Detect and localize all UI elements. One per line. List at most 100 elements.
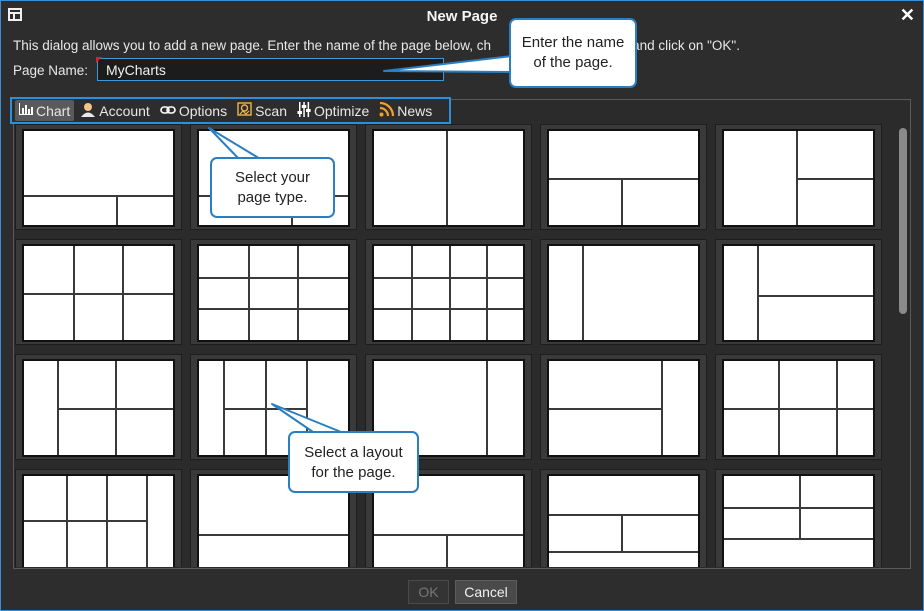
layout-divider [724, 538, 873, 540]
layout-divider [799, 476, 801, 538]
tab-scan-label: Scan [255, 102, 287, 119]
layout-divider [486, 246, 488, 340]
layout-thumbnail [547, 474, 700, 567]
tab-options-label: Options [178, 102, 228, 119]
layout-thumbnail [22, 244, 175, 342]
layout-thumbnail [197, 244, 350, 342]
callout-page-type: Select your page type. [210, 157, 335, 218]
scrollbar[interactable] [897, 124, 909, 567]
layout-divider [549, 408, 661, 410]
layout-option[interactable] [15, 124, 182, 230]
layout-divider [116, 195, 118, 225]
layout-option[interactable] [715, 354, 882, 460]
layout-divider [661, 361, 663, 455]
layout-divider [199, 308, 348, 310]
callout-page-name: Enter the name of the page. [509, 18, 637, 88]
layout-option[interactable] [540, 124, 707, 230]
layout-divider [449, 246, 451, 340]
layout-divider [757, 295, 873, 297]
callout-layout-line1: Select a layout [304, 444, 403, 461]
layout-divider [24, 195, 173, 197]
scrollbar-thumb[interactable] [899, 128, 907, 314]
layout-divider [146, 476, 148, 567]
tab-options[interactable]: Options [156, 100, 231, 121]
dialog-title: New Page [426, 8, 498, 25]
cancel-button[interactable]: Cancel [455, 580, 517, 604]
tab-news[interactable]: News [375, 100, 436, 121]
callout-page-name-line2: of the page. [533, 54, 613, 71]
link-icon [160, 103, 176, 118]
layout-divider [297, 246, 299, 340]
layout-divider [24, 293, 173, 295]
layout-thumbnail [547, 359, 700, 457]
layout-option[interactable] [15, 354, 182, 460]
callout-page-type-line2: page type. [237, 189, 308, 206]
layout-thumbnail [372, 244, 525, 342]
layout-divider [724, 408, 873, 410]
layout-thumbnail [722, 244, 875, 342]
callout-layout: Select a layout for the page. [288, 431, 419, 493]
required-marker [96, 57, 102, 63]
page-name-input[interactable] [97, 58, 444, 81]
layout-divider [411, 246, 413, 340]
sliders-icon [297, 101, 311, 120]
layout-thumbnail [722, 359, 875, 457]
layout-divider [486, 361, 488, 455]
layout-option[interactable] [540, 239, 707, 345]
title-bar: New Page ✕ [1, 1, 923, 31]
page-type-tabs: Chart Account Options Scan Optimize News [10, 97, 451, 124]
tab-account-label: Account [99, 102, 150, 119]
callout-page-name-line1: Enter the name [521, 34, 625, 51]
layout-grid [15, 124, 885, 567]
rss-icon [379, 101, 395, 120]
layout-divider [621, 178, 623, 225]
tab-chart[interactable]: Chart [15, 100, 75, 121]
layout-option[interactable] [540, 354, 707, 460]
page-name-label: Page Name: [13, 63, 89, 78]
layout-divider [796, 178, 873, 180]
layout-option[interactable] [15, 469, 182, 567]
tab-account[interactable]: Account [76, 100, 154, 121]
layout-divider [248, 246, 250, 340]
layout-option[interactable] [715, 124, 882, 230]
layout-option[interactable] [715, 239, 882, 345]
layout-option[interactable] [540, 469, 707, 567]
layout-thumbnail [22, 359, 175, 457]
layout-option[interactable] [715, 469, 882, 567]
layout-thumbnail [547, 129, 700, 227]
layout-divider [549, 514, 698, 516]
layout-option[interactable] [365, 239, 532, 345]
ok-button[interactable]: OK [408, 580, 449, 604]
callout-page-type-line1: Select your [234, 169, 311, 186]
layout-thumbnail [22, 129, 175, 227]
layout-divider [446, 131, 448, 225]
callout-layout-line2: for the page. [311, 464, 396, 481]
layout-thumbnail [22, 474, 175, 567]
layout-divider [549, 178, 698, 180]
close-icon[interactable]: ✕ [900, 5, 915, 26]
tab-optimize-label: Optimize [314, 102, 370, 119]
layout-option[interactable] [190, 239, 357, 345]
tab-scan[interactable]: Scan [233, 100, 291, 121]
layout-option[interactable] [365, 124, 532, 230]
layout-divider [621, 514, 623, 552]
layout-option[interactable] [15, 239, 182, 345]
tab-chart-label: Chart [36, 102, 71, 119]
tab-news-label: News [397, 102, 433, 119]
layout-divider [199, 277, 348, 279]
layout-divider [549, 551, 698, 553]
layout-thumbnail [722, 129, 875, 227]
layout-divider [582, 246, 584, 340]
layout-thumbnail [547, 244, 700, 342]
scan-icon [237, 102, 252, 119]
layout-divider [57, 408, 173, 410]
layout-divider [446, 534, 448, 567]
description-text: This dialog allows you to add a new page… [13, 38, 492, 53]
layout-thumbnail [372, 129, 525, 227]
layout-thumbnail [722, 474, 875, 567]
layout-divider [24, 520, 146, 522]
layout-divider [199, 534, 348, 536]
tab-optimize[interactable]: Optimize [293, 100, 373, 121]
new-page-dialog: New Page ✕ This dialog allows you to add… [0, 0, 924, 611]
layout-divider [223, 408, 306, 410]
